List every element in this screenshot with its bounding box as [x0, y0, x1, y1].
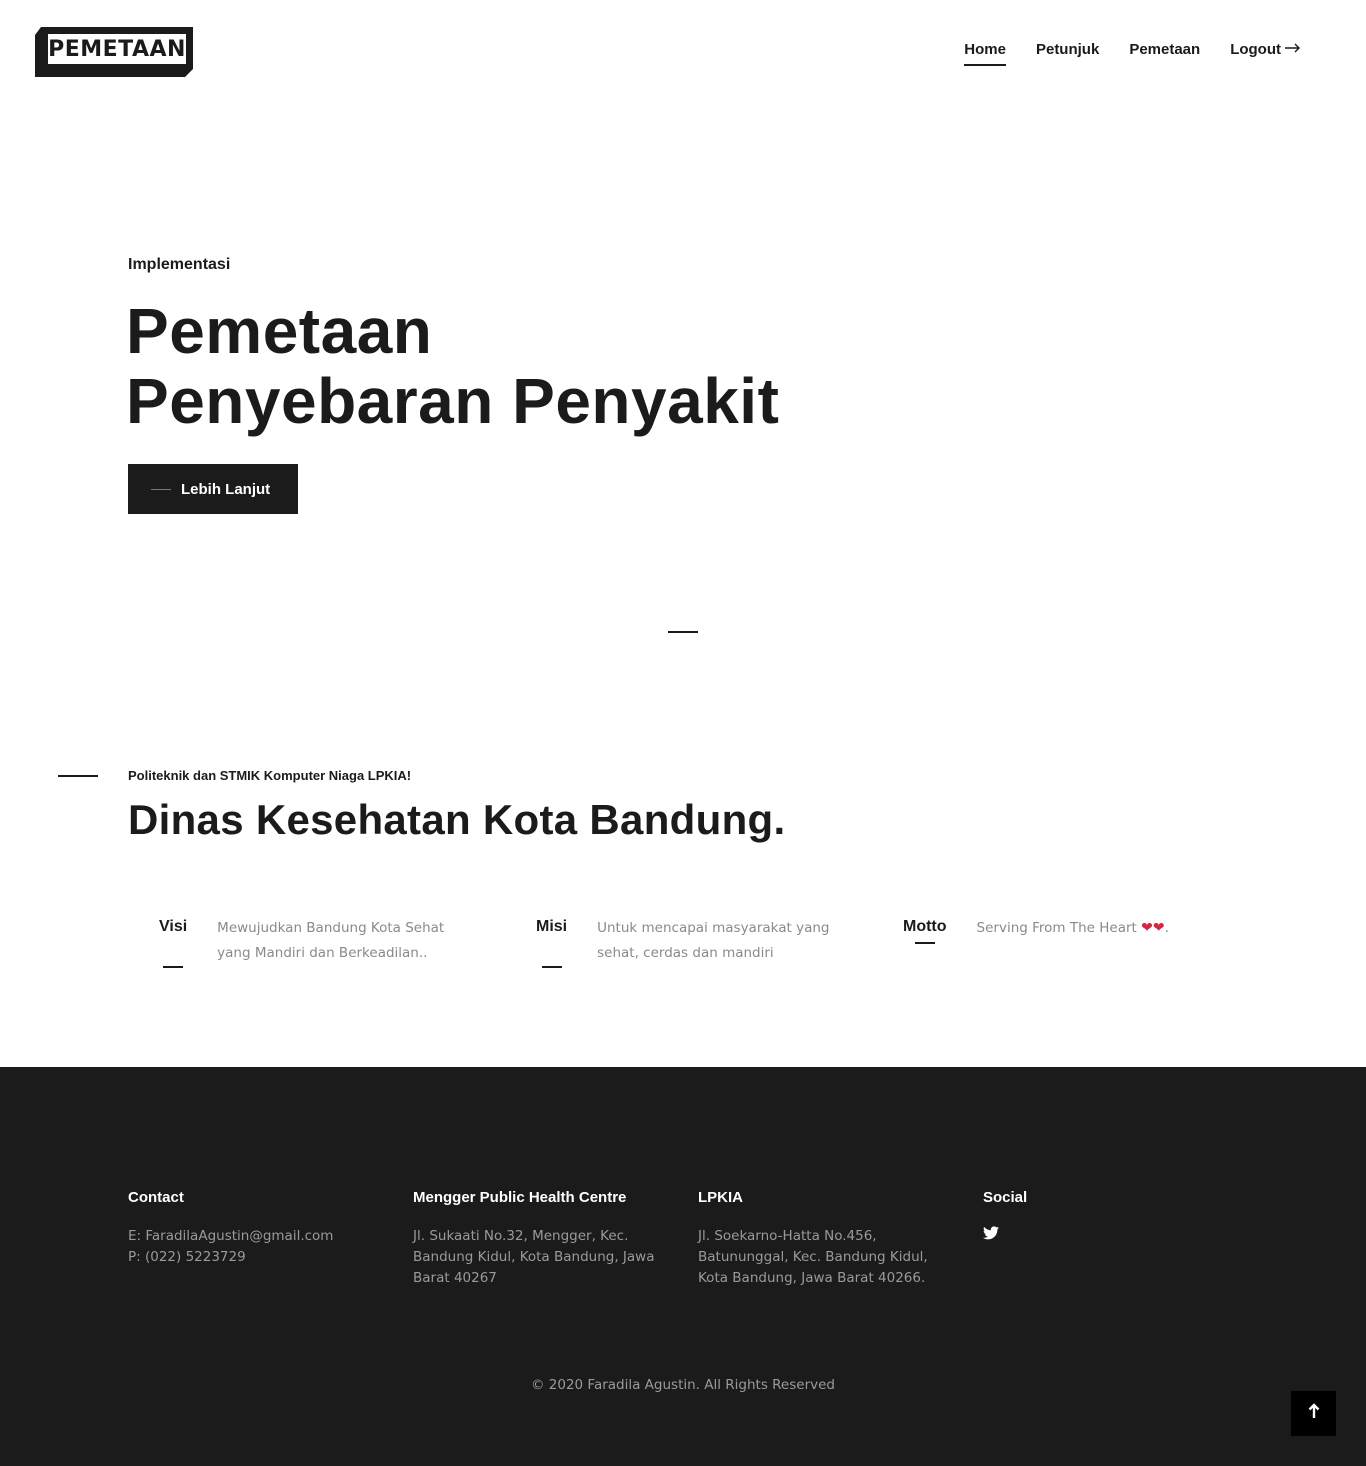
misi-block: Misi Untuk mencapai masyarakat yang seha…	[536, 918, 847, 968]
nav-pemetaan[interactable]: Pemetaan	[1129, 40, 1200, 64]
nav-pemetaan-label: Pemetaan	[1129, 40, 1201, 58]
footer-social: Social	[983, 1189, 1183, 1245]
footer-phone: P: (022) 5223729	[128, 1249, 246, 1265]
footer-lpkia-heading: LPKIA	[698, 1189, 743, 1206]
heart-icon: ❤	[1141, 920, 1153, 936]
nav-logout[interactable]: Logout	[1230, 40, 1301, 64]
section-subtitle: Politeknik dan STMIK Komputer Niaga LPKI…	[128, 768, 412, 783]
misi-label-text: Misi	[536, 918, 568, 935]
main-nav: Home Petunjuk Pemetaan Logout	[964, 40, 1301, 66]
lebih-lanjut-label: Lebih Lanjut	[181, 480, 271, 498]
footer-social-heading: Social	[983, 1189, 1028, 1206]
motto-text-wrap: Serving From The Heart ❤❤.	[977, 916, 1237, 942]
misi-underline	[541, 966, 562, 968]
footer-mengger-heading: Mengger Public Health Centre	[413, 1189, 627, 1206]
motto-label: Motto	[903, 918, 947, 944]
visi-underline	[163, 966, 184, 968]
misi-label: Misi	[536, 918, 568, 968]
hero-eyebrow: Implementasi	[128, 256, 231, 273]
site-footer: Contact E: FaradilaAgustin@gmail.com P: …	[0, 1067, 1366, 1466]
footer-lpkia-address: Jl. Soekarno-Hatta No.456, Batununggal, …	[698, 1228, 928, 1286]
nav-petunjuk-label: Petunjuk	[1035, 40, 1100, 58]
section-title: Dinas Kesehatan Kota Bandung.	[128, 796, 786, 843]
motto-underline	[914, 942, 935, 944]
motto-text: Serving From The Heart	[976, 920, 1137, 936]
footer-contact: Contact E: FaradilaAgustin@gmail.com P: …	[128, 1189, 378, 1268]
nav-home[interactable]: Home	[964, 40, 1006, 66]
footer-mengger: Mengger Public Health Centre Jl. Sukaati…	[413, 1189, 668, 1289]
lebih-lanjut-button[interactable]: Lebih Lanjut	[128, 464, 298, 514]
nav-home-label: Home	[964, 40, 1006, 58]
back-to-top-button[interactable]	[1291, 1391, 1336, 1436]
visi-label-text: Visi	[159, 918, 188, 935]
misi-text: Untuk mencapai masyarakat yang sehat, ce…	[597, 920, 830, 961]
motto-suffix: .	[1164, 920, 1169, 936]
hero-title: Pemetaan Penyebaran Penyakit	[126, 296, 779, 436]
button-dash	[151, 488, 171, 490]
twitter-icon[interactable]	[983, 1226, 999, 1244]
logo-box: PEMETAAN	[45, 31, 189, 67]
logo-text: PEMETAAN	[48, 36, 186, 62]
footer-contact-heading: Contact	[128, 1189, 184, 1206]
visi-block: Visi Mewujudkan Bandung Kota Sehat yang …	[159, 918, 462, 968]
hero-title-line1: Pemetaan	[126, 295, 433, 367]
copyright: © 2020 Faradila Agustin. All Rights Rese…	[530, 1377, 835, 1393]
site-logo[interactable]: PEMETAAN	[35, 27, 193, 77]
heart-icon: ❤	[1152, 920, 1165, 936]
motto-label-text: Motto	[903, 918, 947, 935]
nav-petunjuk[interactable]: Petunjuk	[1036, 40, 1099, 64]
visi-text: Mewujudkan Bandung Kota Sehat yang Mandi…	[217, 920, 445, 961]
hero-title-line2: Penyebaran Penyakit	[126, 365, 780, 437]
motto-block: Motto Serving From The Heart ❤❤.	[903, 916, 1237, 944]
scroll-divider	[668, 631, 698, 633]
visi-label: Visi	[159, 918, 188, 968]
nav-logout-label: Logout	[1230, 40, 1281, 58]
footer-email[interactable]: E: FaradilaAgustin@gmail.com	[128, 1226, 378, 1247]
footer-mengger-address: Jl. Sukaati No.32, Mengger, Kec. Bandung…	[413, 1228, 655, 1286]
arrow-up-icon	[1308, 1402, 1320, 1425]
section-line	[58, 775, 98, 777]
arrow-right-icon	[1285, 40, 1301, 58]
footer-lpkia: LPKIA Jl. Soekarno-Hatta No.456, Batunun…	[698, 1189, 938, 1289]
